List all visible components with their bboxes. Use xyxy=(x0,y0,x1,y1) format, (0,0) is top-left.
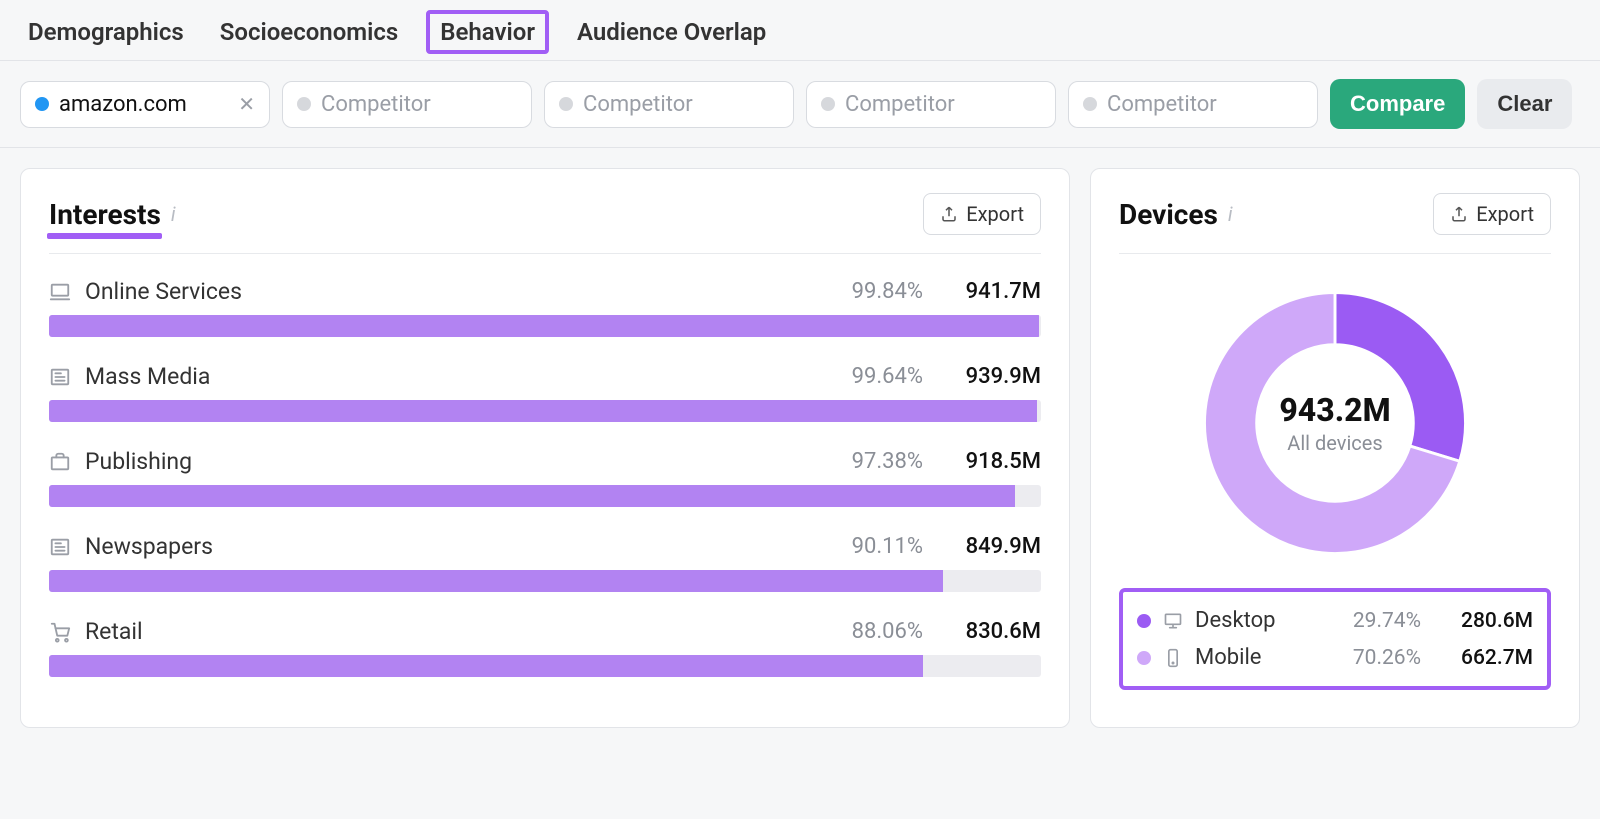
competitor-input-1[interactable]: Competitor xyxy=(282,81,532,128)
close-icon[interactable]: ✕ xyxy=(238,92,255,116)
panel-header: Interests i Export xyxy=(49,193,1041,254)
dot-icon xyxy=(821,97,835,111)
interest-percent: 88.06% xyxy=(852,619,923,644)
interest-bar xyxy=(49,485,1041,507)
dot-icon xyxy=(1083,97,1097,111)
interest-value: 941.7M xyxy=(951,279,1041,304)
cart-icon xyxy=(49,621,71,643)
competitor-input-4[interactable]: Competitor xyxy=(1068,81,1318,128)
interest-name: Publishing xyxy=(85,448,838,475)
legend-percent: 29.74% xyxy=(1353,609,1421,633)
primary-domain-chip[interactable]: amazon.com ✕ xyxy=(20,81,270,128)
legend-row: Desktop 29.74% 280.6M xyxy=(1137,602,1533,639)
dot-icon xyxy=(559,97,573,111)
interest-bar xyxy=(49,655,1041,677)
filter-bar: amazon.com ✕ Competitor Competitor Compe… xyxy=(0,61,1600,148)
legend-percent: 70.26% xyxy=(1353,646,1421,670)
legend-dot xyxy=(1137,614,1151,628)
devices-panel: Devices i Export 943.2M All devices Desk… xyxy=(1090,168,1580,728)
tab-audience-overlap[interactable]: Audience Overlap xyxy=(569,12,774,60)
interest-percent: 99.84% xyxy=(852,279,923,304)
placeholder-text: Competitor xyxy=(1107,92,1217,117)
interest-bar xyxy=(49,570,1041,592)
legend-value: 662.7M xyxy=(1443,646,1533,670)
devices-title: Devices xyxy=(1119,198,1218,231)
tabs-bar: Demographics Socioeconomics Behavior Aud… xyxy=(0,0,1600,61)
laptop-icon xyxy=(49,281,71,303)
tab-demographics[interactable]: Demographics xyxy=(20,12,192,60)
export-label: Export xyxy=(966,202,1024,226)
placeholder-text: Competitor xyxy=(583,92,693,117)
interest-name: Newspapers xyxy=(85,533,838,560)
content: Interests i Export Online Services 99.84… xyxy=(0,148,1600,748)
tab-behavior[interactable]: Behavior xyxy=(426,10,549,54)
interest-bar xyxy=(49,315,1041,337)
info-icon[interactable]: i xyxy=(171,202,176,226)
interest-name: Online Services xyxy=(85,278,838,305)
mobile-icon xyxy=(1163,648,1183,668)
interest-percent: 97.38% xyxy=(852,449,923,474)
interest-name: Retail xyxy=(85,618,838,645)
placeholder-text: Competitor xyxy=(845,92,955,117)
interests-panel: Interests i Export Online Services 99.84… xyxy=(20,168,1070,728)
devices-total-label: All devices xyxy=(1287,431,1382,455)
compare-button[interactable]: Compare xyxy=(1330,79,1465,129)
legend-row: Mobile 70.26% 662.7M xyxy=(1137,639,1533,676)
interest-percent: 90.11% xyxy=(852,534,923,559)
clear-button[interactable]: Clear xyxy=(1477,79,1572,129)
devices-legend: Desktop 29.74% 280.6M Mobile 70.26% 662.… xyxy=(1119,588,1551,690)
panel-header: Devices i Export xyxy=(1119,193,1551,254)
interests-title: Interests xyxy=(49,198,161,231)
legend-name: Desktop xyxy=(1195,608,1341,633)
export-icon xyxy=(1450,205,1468,223)
interest-name: Mass Media xyxy=(85,363,838,390)
news-icon xyxy=(49,536,71,558)
dot-icon xyxy=(297,97,311,111)
legend-name: Mobile xyxy=(1195,645,1341,670)
interest-value: 939.9M xyxy=(951,364,1041,389)
interest-row: Online Services 99.84% 941.7M xyxy=(49,278,1041,337)
interest-value: 830.6M xyxy=(951,619,1041,644)
interest-list: Online Services 99.84% 941.7M Mass Media… xyxy=(49,278,1041,677)
placeholder-text: Competitor xyxy=(321,92,431,117)
info-icon[interactable]: i xyxy=(1228,202,1233,226)
interest-percent: 99.64% xyxy=(852,364,923,389)
desktop-icon xyxy=(1163,611,1183,631)
interest-row: Mass Media 99.64% 939.9M xyxy=(49,363,1041,422)
devices-total: 943.2M xyxy=(1279,391,1390,429)
interest-row: Publishing 97.38% 918.5M xyxy=(49,448,1041,507)
primary-domain-text: amazon.com xyxy=(59,92,187,117)
legend-value: 280.6M xyxy=(1443,609,1533,633)
brief-icon xyxy=(49,451,71,473)
interest-value: 849.9M xyxy=(951,534,1041,559)
interest-value: 918.5M xyxy=(951,449,1041,474)
export-button[interactable]: Export xyxy=(923,193,1041,235)
dot-icon xyxy=(35,97,49,111)
interest-bar xyxy=(49,400,1041,422)
export-label: Export xyxy=(1476,202,1534,226)
devices-donut: 943.2M All devices xyxy=(1119,278,1551,568)
tab-socioeconomics[interactable]: Socioeconomics xyxy=(212,12,407,60)
news-icon xyxy=(49,366,71,388)
export-icon xyxy=(940,205,958,223)
interest-row: Retail 88.06% 830.6M xyxy=(49,618,1041,677)
legend-dot xyxy=(1137,651,1151,665)
interest-row: Newspapers 90.11% 849.9M xyxy=(49,533,1041,592)
export-button[interactable]: Export xyxy=(1433,193,1551,235)
competitor-input-3[interactable]: Competitor xyxy=(806,81,1056,128)
competitor-input-2[interactable]: Competitor xyxy=(544,81,794,128)
